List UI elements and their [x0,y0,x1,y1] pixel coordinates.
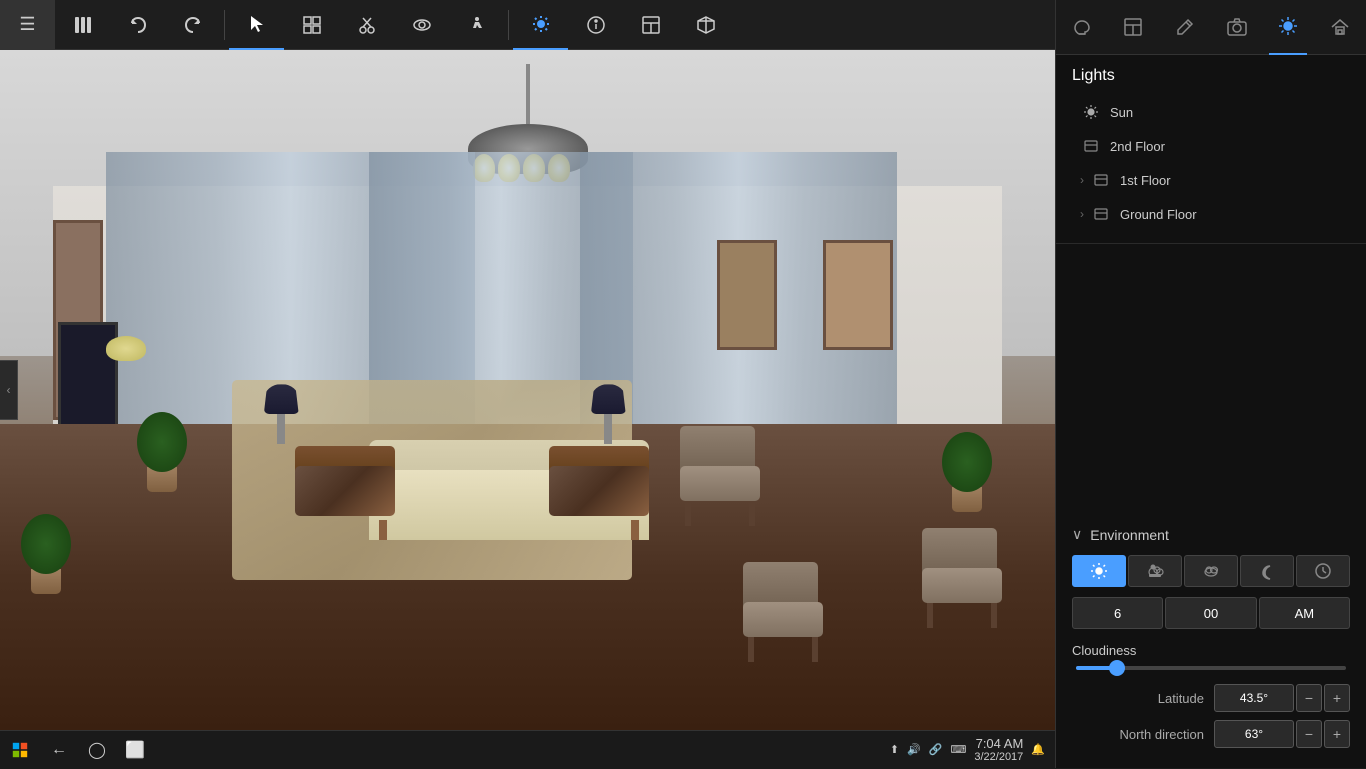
north-increase-btn[interactable]: + [1324,720,1350,748]
walk-icon[interactable] [449,0,504,50]
env-btn-partly-cloudy[interactable] [1128,555,1182,587]
select-icon[interactable] [229,0,284,50]
notification-icon[interactable]: 🔔 [1031,743,1045,756]
1st-floor-label: 1st Floor [1120,173,1342,188]
info-icon[interactable] [568,0,623,50]
ground-floor-label: Ground Floor [1120,207,1342,222]
sun-light-icon [1080,101,1102,123]
top-toolbar: ☰ [0,0,1055,50]
time-hour-input[interactable]: 6 [1072,597,1163,629]
paint-tab[interactable] [1063,0,1101,55]
network-icon[interactable]: 🔗 [929,743,943,756]
objects-icon[interactable] [284,0,339,50]
cube-icon[interactable] [678,0,733,50]
environment-title: Environment [1090,527,1169,543]
light-item-sun[interactable]: Sun [1072,95,1350,129]
right-panel: Lights Sun [1055,0,1366,768]
volume-icon[interactable]: 🔊 [907,743,921,756]
table-lamp-left [264,384,299,444]
wall-lamp [106,336,146,361]
sun-rtab[interactable] [1269,0,1307,55]
plant-1 [137,407,187,492]
time-period-input[interactable]: AM [1259,597,1350,629]
latitude-increase-btn[interactable]: + [1324,684,1350,712]
armchair-left [295,446,395,526]
edit-rtab[interactable] [1166,0,1204,55]
latitude-label: Latitude [1072,691,1214,706]
dining-chair-2 [743,562,823,662]
env-expand-chevron: ∨ [1072,526,1082,543]
dining-chair-3 [922,528,1002,628]
wall-art-2 [717,240,777,350]
lights-title: Lights [1072,67,1350,85]
env-time-buttons [1072,555,1350,587]
time-minutes-input[interactable]: 00 [1165,597,1256,629]
taskbar-system-tray: ⬆ 🔊 🔗 ⌨ 7:04 AM 3/22/2017 🔔 [890,736,1055,763]
light-item-1st-floor[interactable]: › 1st Floor [1072,163,1350,197]
home-rtab[interactable] [1321,0,1359,55]
environment-header[interactable]: ∨ Environment [1072,526,1350,543]
cloudiness-label: Cloudiness [1072,643,1350,658]
ground-floor-chevron: › [1080,207,1084,221]
env-btn-clear[interactable] [1072,555,1126,587]
separator-1 [224,10,225,40]
latitude-decrease-btn[interactable]: − [1296,684,1322,712]
armchair-right [549,446,649,526]
plant-2 [21,509,71,594]
1st-floor-icon [1090,169,1112,191]
north-decrease-btn[interactable]: − [1296,720,1322,748]
back-button[interactable]: ← [40,731,78,769]
clock-date: 3/22/2017 [974,751,1023,763]
lights-section: Lights Sun [1056,55,1366,244]
latitude-input[interactable]: 43.5° [1214,684,1294,712]
plant-3 [942,427,992,512]
2nd-floor-label: 2nd Floor [1110,139,1342,154]
sun-toolbar-icon[interactable] [513,0,568,50]
env-btn-night[interactable] [1240,555,1294,587]
taskbar: ← ◯ ⬜ ⬆ 🔊 🔗 ⌨ 7:04 AM 3/22/2017 🔔 [0,730,1055,768]
library-icon[interactable] [55,0,110,50]
lights-spacer [1056,244,1366,514]
latitude-row: Latitude 43.5° − + [1072,684,1350,712]
keyboard-icon[interactable]: ⌨ [950,743,966,756]
wall-art-3 [823,240,893,350]
start-button[interactable] [0,731,40,769]
system-clock[interactable]: 7:04 AM 3/22/2017 [974,736,1023,763]
cloudiness-slider[interactable] [1072,666,1350,670]
layout-icon[interactable] [623,0,678,50]
room-scene [0,50,1055,730]
camera-rtab[interactable] [1218,0,1256,55]
north-direction-input[interactable]: 63° [1214,720,1294,748]
layout-rtab[interactable] [1114,0,1152,55]
environment-section: ∨ Environment [1056,514,1366,768]
3d-viewport[interactable]: ‹ [0,50,1055,730]
1st-floor-chevron: › [1080,173,1084,187]
redo-icon[interactable] [165,0,220,50]
2nd-floor-icon [1080,135,1102,157]
system-tray-icon[interactable]: ⬆ [890,743,899,756]
time-inputs: 6 00 AM [1072,597,1350,629]
light-item-2nd-floor[interactable]: 2nd Floor [1072,129,1350,163]
north-direction-row: North direction 63° − + [1072,720,1350,748]
sun-light-label: Sun [1110,105,1342,120]
env-btn-clock[interactable] [1296,555,1350,587]
view-icon[interactable] [394,0,449,50]
ground-floor-icon [1090,203,1112,225]
right-panel-tabs [1056,0,1366,55]
env-btn-cloudy[interactable] [1184,555,1238,587]
dining-chair-1 [680,426,760,526]
left-panel-toggle[interactable]: ‹ [0,360,18,420]
separator-2 [508,10,509,40]
light-item-ground-floor[interactable]: › Ground Floor [1072,197,1350,231]
table-lamp-right [591,384,626,444]
menu-icon[interactable]: ☰ [0,0,55,50]
task-view-button[interactable]: ⬜ [116,731,154,769]
cortana-button[interactable]: ◯ [78,731,116,769]
clock-time: 7:04 AM [974,736,1023,751]
undo-icon[interactable] [110,0,165,50]
cut-icon[interactable] [339,0,394,50]
north-direction-label: North direction [1072,727,1214,742]
